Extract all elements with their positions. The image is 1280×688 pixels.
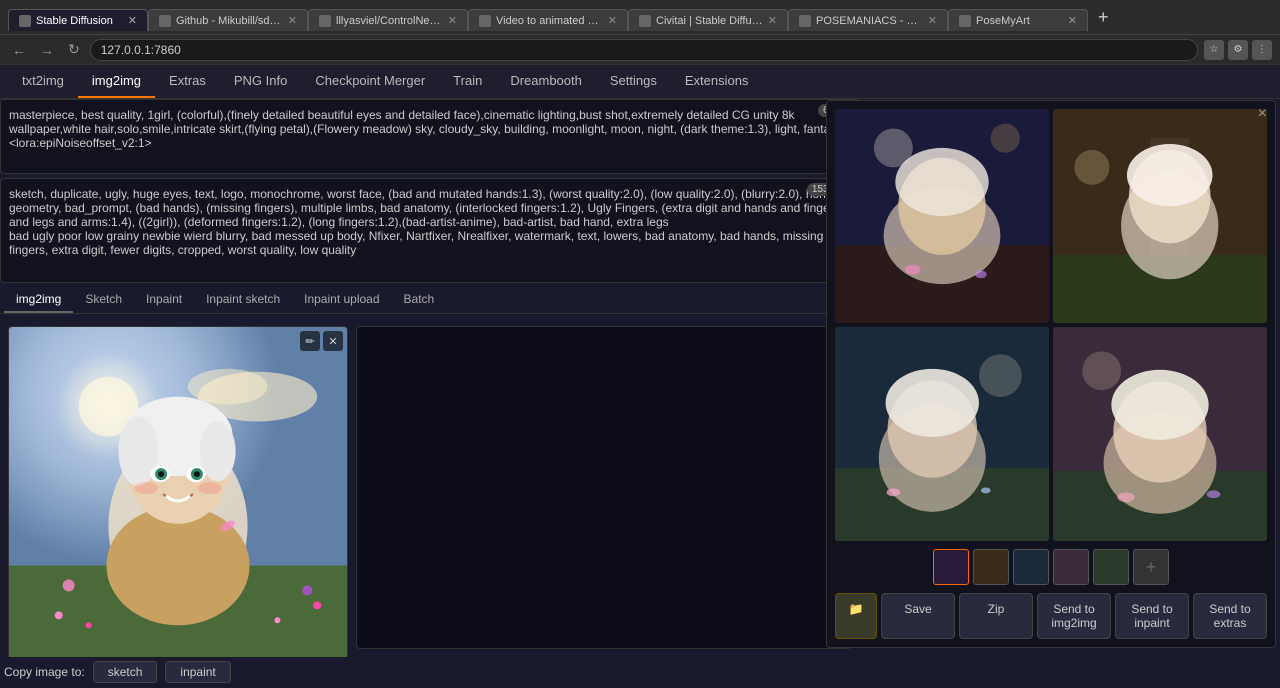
copy-to-inpaint-button[interactable]: inpaint (165, 661, 230, 683)
nav-tab-txt2img[interactable]: txt2img (8, 65, 78, 98)
tab-label-5: POSEMANIACS - Royalty free 3... (816, 15, 923, 27)
image-upload-container[interactable]: ✏ ✕ (8, 326, 348, 657)
nav-tab-extras[interactable]: Extras (155, 65, 220, 98)
browser-addressbar: ← → ↻ ☆ ⚙ ⋮ (0, 35, 1280, 65)
tab-favicon-6 (959, 15, 971, 27)
img2img-content: ✏ ✕ (0, 318, 860, 657)
browser-tab-3[interactable]: Video to animated GIF converter ✕ (468, 9, 628, 31)
browser-tab-6[interactable]: PoseMyArt ✕ (948, 9, 1088, 31)
copy-image-row: Copy image to: sketch inpaint (0, 657, 860, 687)
copy-image-label: Copy image to: (4, 665, 85, 679)
negative-prompt-textarea[interactable] (1, 179, 859, 271)
gallery-close-button[interactable]: × (1258, 105, 1267, 123)
browser-tab-1[interactable]: Github - Mikubill/sd-webui-con... ✕ (148, 9, 308, 31)
img2img-tab-inpaint[interactable]: Inpaint (134, 287, 194, 313)
browser-tabs: Stable Diffusion✕Github - Mikubill/sd-we… (8, 3, 1088, 31)
gallery-thumb-2[interactable] (973, 549, 1009, 585)
menu-icon[interactable]: ⋮ (1252, 40, 1272, 60)
tab-favicon-4 (639, 15, 651, 27)
tab-label-1: Github - Mikubill/sd-webui-con... (176, 15, 283, 27)
tab-close-4[interactable]: ✕ (768, 14, 777, 27)
tab-label-4: Civitai | Stable Diffusion model... (656, 15, 763, 27)
positive-prompt-textarea[interactable] (1, 100, 859, 162)
nav-tab-train[interactable]: Train (439, 65, 496, 98)
gallery-send-extras-button[interactable]: Send to extras (1193, 593, 1267, 639)
bookmark-icon[interactable]: ☆ (1204, 40, 1224, 60)
img2img-tab-sketch[interactable]: Sketch (73, 287, 134, 313)
gallery-image-2 (1053, 109, 1267, 323)
tab-label-6: PoseMyArt (976, 15, 1030, 27)
img2img-tab-inpaint-sketch[interactable]: Inpaint sketch (194, 287, 292, 313)
forward-button[interactable]: → (36, 40, 58, 60)
left-section: 69/75 153/225 img2imgSketchInpaintInpain… (0, 99, 860, 687)
gallery-thumb-4[interactable] (1053, 549, 1089, 585)
browser-chrome: Stable Diffusion✕Github - Mikubill/sd-we… (0, 0, 1280, 35)
gallery-folder-button[interactable]: 📁 (835, 593, 877, 639)
img2img-tabs-bar: img2imgSketchInpaintInpaint sketchInpain… (0, 287, 860, 314)
gallery-image-1 (835, 109, 1049, 323)
gallery-thumb-1[interactable] (933, 549, 969, 585)
gallery-save-button[interactable]: Save (881, 593, 955, 639)
browser-tab-0[interactable]: Stable Diffusion ✕ (8, 9, 148, 31)
tab-close-5[interactable]: ✕ (928, 14, 937, 27)
nav-tab-img2img[interactable]: img2img (78, 65, 155, 98)
browser-tab-2[interactable]: lllyasviel/ControlNet at main ✕ (308, 9, 468, 31)
address-bar[interactable] (90, 39, 1198, 61)
gallery-actions-row: 📁 Save Zip Send to img2img Send to inpai… (835, 593, 1267, 639)
nav-tab-extensions[interactable]: Extensions (671, 65, 763, 98)
img2img-tab-batch[interactable]: Batch (392, 287, 447, 313)
reload-button[interactable]: ↻ (64, 39, 84, 60)
top-nav: txt2imgimg2imgExtrasPNG InfoCheckpoint M… (0, 65, 1280, 99)
tab-close-3[interactable]: ✕ (608, 14, 617, 27)
image-edit-button[interactable]: ✏ (300, 331, 320, 351)
img2img-tab-inpaint-upload[interactable]: Inpaint upload (292, 287, 391, 313)
tab-favicon-1 (159, 15, 171, 27)
tab-label-0: Stable Diffusion (36, 15, 113, 27)
tab-favicon-2 (319, 15, 331, 27)
tab-close-6[interactable]: ✕ (1068, 14, 1077, 27)
copy-to-sketch-button[interactable]: sketch (93, 661, 158, 683)
browser-tab-5[interactable]: POSEMANIACS - Royalty free 3... ✕ (788, 9, 948, 31)
tab-favicon-0 (19, 15, 31, 27)
tab-favicon-5 (799, 15, 811, 27)
gallery-image-3 (835, 327, 1049, 541)
back-button[interactable]: ← (8, 40, 30, 60)
gallery-thumb-add[interactable]: + (1133, 549, 1169, 585)
gallery-image-4 (1053, 327, 1267, 541)
tab-close-1[interactable]: ✕ (288, 14, 297, 27)
image-clear-button[interactable]: ✕ (323, 331, 343, 351)
tab-close-2[interactable]: ✕ (448, 14, 457, 27)
gallery-send-inpaint-button[interactable]: Send to inpaint (1115, 593, 1189, 639)
tab-favicon-3 (479, 15, 491, 27)
positive-prompt-box: 69/75 (0, 99, 860, 174)
tab-label-3: Video to animated GIF converter (496, 15, 603, 27)
extension-icon[interactable]: ⚙ (1228, 40, 1248, 60)
gallery-grid (835, 109, 1267, 541)
img2img-tab-img2img[interactable]: img2img (4, 287, 73, 313)
nav-tab-png-info[interactable]: PNG Info (220, 65, 301, 98)
gallery-zip-button[interactable]: Zip (959, 593, 1033, 639)
nav-tab-dreambooth[interactable]: Dreambooth (496, 65, 596, 98)
gallery-thumbnails: + (835, 549, 1267, 585)
gallery-thumb-3[interactable] (1013, 549, 1049, 585)
img2img-right-canvas (356, 326, 852, 649)
gallery-thumb-5[interactable] (1093, 549, 1129, 585)
new-tab-button[interactable]: + (1094, 5, 1113, 30)
negative-prompt-box: 153/225 (0, 178, 860, 283)
browser-tab-4[interactable]: Civitai | Stable Diffusion model... ✕ (628, 9, 788, 31)
tab-close-0[interactable]: ✕ (128, 14, 137, 27)
gallery-panel: × (826, 100, 1276, 648)
nav-tab-settings[interactable]: Settings (596, 65, 671, 98)
gallery-send-img2img-button[interactable]: Send to img2img (1037, 593, 1111, 639)
nav-tab-checkpoint-merger[interactable]: Checkpoint Merger (301, 65, 439, 98)
tab-label-2: lllyasviel/ControlNet at main (336, 15, 443, 27)
